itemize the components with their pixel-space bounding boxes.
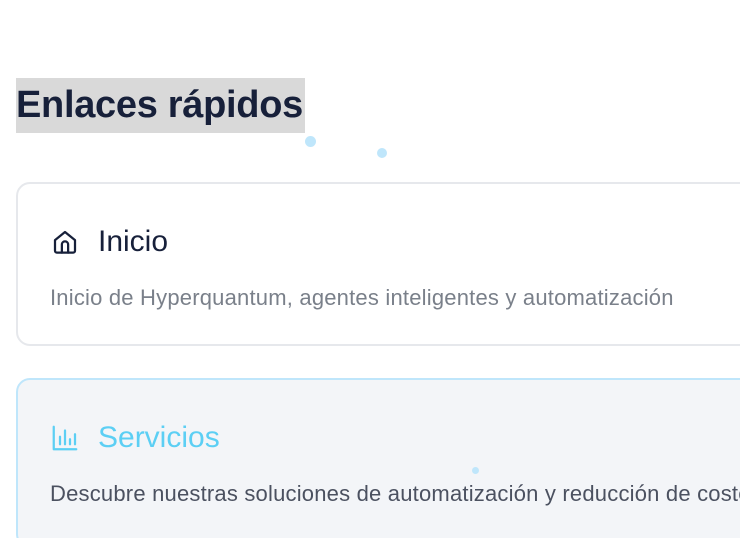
quick-link-card-servicios[interactable]: Servicios Descubre nuestras soluciones d… — [16, 378, 740, 538]
quick-link-description: Inicio de Hyperquantum, agentes intelige… — [50, 285, 674, 310]
decorative-dot — [305, 136, 316, 147]
card-header: Inicio — [50, 224, 168, 260]
quick-link-description: Descubre nuestras soluciones de automati… — [50, 481, 740, 506]
decorative-dot — [377, 148, 387, 158]
quick-link-title: Servicios — [98, 421, 220, 454]
quick-link-title: Inicio — [98, 225, 169, 258]
decorative-dot — [472, 467, 479, 474]
bar-chart-icon — [50, 423, 80, 453]
section-title: Enlaces rápidos — [16, 78, 305, 133]
quick-link-card-inicio[interactable]: Inicio Inicio de Hyperquantum, agentes i… — [16, 182, 740, 346]
page: Enlaces rápidos Inicio Inicio de Hyperqu… — [0, 0, 740, 538]
card-header: Servicios — [50, 420, 220, 456]
home-icon — [50, 227, 80, 257]
